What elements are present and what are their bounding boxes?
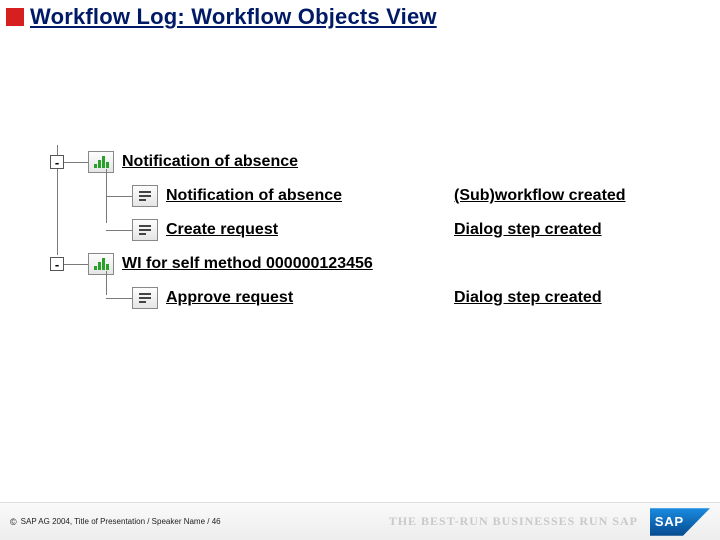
chart-icon xyxy=(88,253,114,275)
page-title: Workflow Log: Workflow Objects View xyxy=(30,4,437,30)
copyright-text: © SAP AG 2004, Title of Presentation / S… xyxy=(10,517,221,527)
footer-tagline-area: THE BEST-RUN BUSINESSES RUN SAP SAP xyxy=(389,508,710,536)
tree-node-root[interactable]: - Notification of absence xyxy=(50,145,670,179)
tree-node-root[interactable]: - WI for self method 000000123456 xyxy=(50,247,670,281)
expander-icon[interactable]: - xyxy=(50,257,64,271)
copyright-symbol: © xyxy=(10,517,17,527)
tree-node-label[interactable]: Notification of absence xyxy=(122,153,298,170)
document-icon xyxy=(132,287,158,309)
tree-node-status[interactable]: Dialog step created xyxy=(454,221,602,238)
tree-node-status[interactable]: Dialog step created xyxy=(454,289,602,306)
tree-node-child[interactable]: Approve request Dialog step created xyxy=(90,281,670,315)
tree-node-child[interactable]: Create request Dialog step created xyxy=(90,213,670,247)
tree-node-label[interactable]: WI for self method 000000123456 xyxy=(122,255,373,272)
document-icon xyxy=(132,185,158,207)
tree-node-label[interactable]: Notification of absence xyxy=(166,187,342,204)
slide-title-row: Workflow Log: Workflow Objects View xyxy=(0,0,720,32)
copyright-label: SAP AG 2004, Title of Presentation / Spe… xyxy=(21,517,221,526)
expander-icon[interactable]: - xyxy=(50,155,64,169)
tree-node-child[interactable]: Notification of absence (Sub)workflow cr… xyxy=(90,179,670,213)
tagline-text: THE BEST-RUN BUSINESSES RUN SAP xyxy=(389,514,638,529)
chart-icon xyxy=(88,151,114,173)
tree-node-status[interactable]: (Sub)workflow created xyxy=(454,187,626,204)
tree-node-label[interactable]: Create request xyxy=(166,221,278,238)
tree-node-label[interactable]: Approve request xyxy=(166,289,293,306)
svg-text:SAP: SAP xyxy=(655,514,684,529)
title-accent-square xyxy=(6,8,24,26)
slide-footer: © SAP AG 2004, Title of Presentation / S… xyxy=(0,502,720,540)
sap-logo: SAP xyxy=(650,508,710,536)
document-icon xyxy=(132,219,158,241)
workflow-tree: - Notification of absence Notification o… xyxy=(50,145,670,315)
